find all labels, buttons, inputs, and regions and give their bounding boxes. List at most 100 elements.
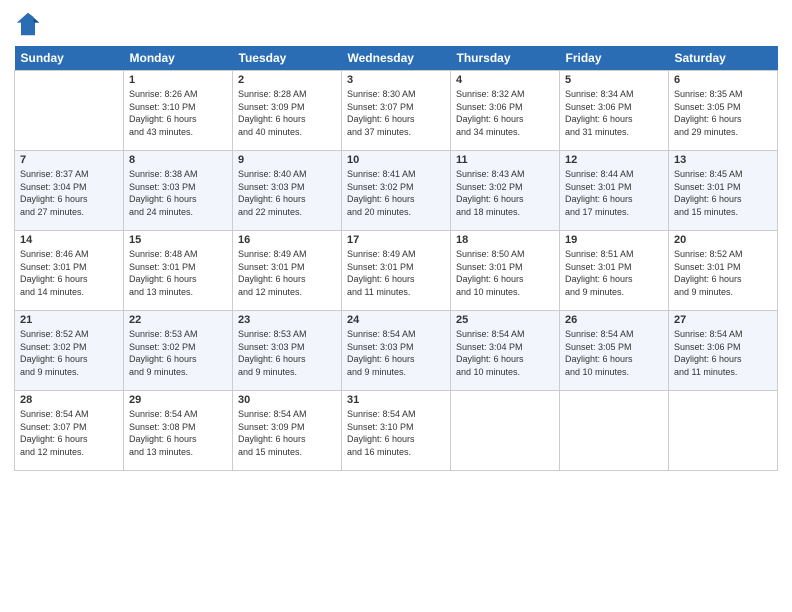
day-number: 18 bbox=[456, 234, 554, 246]
day-info: Sunrise: 8:51 AM Sunset: 3:01 PM Dayligh… bbox=[565, 248, 663, 298]
calendar-cell: 17 Sunrise: 8:49 AM Sunset: 3:01 PM Dayli… bbox=[342, 231, 451, 311]
calendar-cell: 4 Sunrise: 8:32 AM Sunset: 3:06 PM Daylig… bbox=[451, 71, 560, 151]
calendar-cell bbox=[560, 391, 669, 471]
day-info: Sunrise: 8:41 AM Sunset: 3:02 PM Dayligh… bbox=[347, 168, 445, 218]
calendar-cell: 18 Sunrise: 8:50 AM Sunset: 3:01 PM Dayli… bbox=[451, 231, 560, 311]
weekday-header-row: SundayMondayTuesdayWednesdayThursdayFrid… bbox=[15, 46, 778, 71]
weekday-header-wednesday: Wednesday bbox=[342, 46, 451, 71]
day-number: 23 bbox=[238, 314, 336, 326]
day-info: Sunrise: 8:46 AM Sunset: 3:01 PM Dayligh… bbox=[20, 248, 118, 298]
day-number: 4 bbox=[456, 74, 554, 86]
day-info: Sunrise: 8:44 AM Sunset: 3:01 PM Dayligh… bbox=[565, 168, 663, 218]
day-number: 17 bbox=[347, 234, 445, 246]
day-info: Sunrise: 8:35 AM Sunset: 3:05 PM Dayligh… bbox=[674, 88, 772, 138]
day-number: 10 bbox=[347, 154, 445, 166]
day-info: Sunrise: 8:54 AM Sunset: 3:04 PM Dayligh… bbox=[456, 328, 554, 378]
logo bbox=[14, 10, 46, 38]
calendar-cell: 28 Sunrise: 8:54 AM Sunset: 3:07 PM Dayli… bbox=[15, 391, 124, 471]
day-info: Sunrise: 8:30 AM Sunset: 3:07 PM Dayligh… bbox=[347, 88, 445, 138]
day-number: 7 bbox=[20, 154, 118, 166]
day-info: Sunrise: 8:48 AM Sunset: 3:01 PM Dayligh… bbox=[129, 248, 227, 298]
day-info: Sunrise: 8:53 AM Sunset: 3:03 PM Dayligh… bbox=[238, 328, 336, 378]
calendar-cell: 15 Sunrise: 8:48 AM Sunset: 3:01 PM Dayli… bbox=[124, 231, 233, 311]
day-info: Sunrise: 8:45 AM Sunset: 3:01 PM Dayligh… bbox=[674, 168, 772, 218]
calendar-body: 1 Sunrise: 8:26 AM Sunset: 3:10 PM Daylig… bbox=[15, 71, 778, 471]
calendar-cell: 16 Sunrise: 8:49 AM Sunset: 3:01 PM Dayli… bbox=[233, 231, 342, 311]
calendar-cell: 6 Sunrise: 8:35 AM Sunset: 3:05 PM Daylig… bbox=[669, 71, 778, 151]
day-number: 25 bbox=[456, 314, 554, 326]
day-info: Sunrise: 8:38 AM Sunset: 3:03 PM Dayligh… bbox=[129, 168, 227, 218]
calendar-cell: 30Sunrise: 8:54 AM Sunset: 3:09 PM Dayli… bbox=[233, 391, 342, 471]
day-info: Sunrise: 8:53 AM Sunset: 3:02 PM Dayligh… bbox=[129, 328, 227, 378]
day-info: Sunrise: 8:54 AM Sunset: 3:05 PM Dayligh… bbox=[565, 328, 663, 378]
day-number: 30 bbox=[238, 394, 336, 406]
calendar-cell: 21 Sunrise: 8:52 AM Sunset: 3:02 PM Dayli… bbox=[15, 311, 124, 391]
calendar-cell: 3 Sunrise: 8:30 AM Sunset: 3:07 PM Daylig… bbox=[342, 71, 451, 151]
day-info: Sunrise: 8:37 AM Sunset: 3:04 PM Dayligh… bbox=[20, 168, 118, 218]
day-info: Sunrise: 8:54 AM Sunset: 3:07 PM Dayligh… bbox=[20, 408, 118, 458]
day-number: 27 bbox=[674, 314, 772, 326]
calendar-week-row: 7 Sunrise: 8:37 AM Sunset: 3:04 PM Daylig… bbox=[15, 151, 778, 231]
day-info: Sunrise: 8:54 AM Sunset: 3:03 PM Dayligh… bbox=[347, 328, 445, 378]
calendar-cell: 19 Sunrise: 8:51 AM Sunset: 3:01 PM Dayli… bbox=[560, 231, 669, 311]
calendar-week-row: 14Sunrise: 8:46 AM Sunset: 3:01 PM Dayli… bbox=[15, 231, 778, 311]
calendar-cell bbox=[451, 391, 560, 471]
calendar-cell: 29 Sunrise: 8:54 AM Sunset: 3:08 PM Dayli… bbox=[124, 391, 233, 471]
calendar-header: SundayMondayTuesdayWednesdayThursdayFrid… bbox=[15, 46, 778, 71]
weekday-header-tuesday: Tuesday bbox=[233, 46, 342, 71]
calendar-cell: 8 Sunrise: 8:38 AM Sunset: 3:03 PM Daylig… bbox=[124, 151, 233, 231]
calendar-cell bbox=[15, 71, 124, 151]
day-number: 3 bbox=[347, 74, 445, 86]
calendar-cell: 23 Sunrise: 8:53 AM Sunset: 3:03 PM Dayli… bbox=[233, 311, 342, 391]
calendar-cell: 26 Sunrise: 8:54 AM Sunset: 3:05 PM Dayli… bbox=[560, 311, 669, 391]
day-info: Sunrise: 8:50 AM Sunset: 3:01 PM Dayligh… bbox=[456, 248, 554, 298]
day-info: Sunrise: 8:43 AM Sunset: 3:02 PM Dayligh… bbox=[456, 168, 554, 218]
day-number: 22 bbox=[129, 314, 227, 326]
calendar-week-row: 21 Sunrise: 8:52 AM Sunset: 3:02 PM Dayli… bbox=[15, 311, 778, 391]
day-number: 29 bbox=[129, 394, 227, 406]
day-number: 19 bbox=[565, 234, 663, 246]
day-info: Sunrise: 8:28 AM Sunset: 3:09 PM Dayligh… bbox=[238, 88, 336, 138]
day-info: Sunrise: 8:54 AM Sunset: 3:10 PM Dayligh… bbox=[347, 408, 445, 458]
day-number: 11 bbox=[456, 154, 554, 166]
day-number: 21 bbox=[20, 314, 118, 326]
day-number: 1 bbox=[129, 74, 227, 86]
day-info: Sunrise: 8:32 AM Sunset: 3:06 PM Dayligh… bbox=[456, 88, 554, 138]
calendar-cell: 27Sunrise: 8:54 AM Sunset: 3:06 PM Dayli… bbox=[669, 311, 778, 391]
calendar-cell: 12Sunrise: 8:44 AM Sunset: 3:01 PM Dayli… bbox=[560, 151, 669, 231]
day-number: 8 bbox=[129, 154, 227, 166]
calendar-cell: 9Sunrise: 8:40 AM Sunset: 3:03 PM Daylig… bbox=[233, 151, 342, 231]
day-number: 2 bbox=[238, 74, 336, 86]
day-info: Sunrise: 8:49 AM Sunset: 3:01 PM Dayligh… bbox=[347, 248, 445, 298]
day-number: 6 bbox=[674, 74, 772, 86]
weekday-header-sunday: Sunday bbox=[15, 46, 124, 71]
day-number: 24 bbox=[347, 314, 445, 326]
day-number: 9 bbox=[238, 154, 336, 166]
calendar-cell bbox=[669, 391, 778, 471]
calendar-week-row: 28 Sunrise: 8:54 AM Sunset: 3:07 PM Dayli… bbox=[15, 391, 778, 471]
day-number: 16 bbox=[238, 234, 336, 246]
day-number: 31 bbox=[347, 394, 445, 406]
day-info: Sunrise: 8:34 AM Sunset: 3:06 PM Dayligh… bbox=[565, 88, 663, 138]
calendar-week-row: 1 Sunrise: 8:26 AM Sunset: 3:10 PM Daylig… bbox=[15, 71, 778, 151]
calendar-cell: 14Sunrise: 8:46 AM Sunset: 3:01 PM Dayli… bbox=[15, 231, 124, 311]
day-info: Sunrise: 8:54 AM Sunset: 3:08 PM Dayligh… bbox=[129, 408, 227, 458]
calendar-cell: 13Sunrise: 8:45 AM Sunset: 3:01 PM Dayli… bbox=[669, 151, 778, 231]
header bbox=[14, 10, 778, 38]
calendar-cell: 22 Sunrise: 8:53 AM Sunset: 3:02 PM Dayli… bbox=[124, 311, 233, 391]
day-number: 26 bbox=[565, 314, 663, 326]
calendar-container: SundayMondayTuesdayWednesdayThursdayFrid… bbox=[0, 0, 792, 612]
weekday-header-thursday: Thursday bbox=[451, 46, 560, 71]
calendar-cell: 2 Sunrise: 8:28 AM Sunset: 3:09 PM Daylig… bbox=[233, 71, 342, 151]
calendar-cell: 11 Sunrise: 8:43 AM Sunset: 3:02 PM Dayli… bbox=[451, 151, 560, 231]
day-info: Sunrise: 8:52 AM Sunset: 3:02 PM Dayligh… bbox=[20, 328, 118, 378]
calendar-cell: 25 Sunrise: 8:54 AM Sunset: 3:04 PM Dayli… bbox=[451, 311, 560, 391]
day-info: Sunrise: 8:26 AM Sunset: 3:10 PM Dayligh… bbox=[129, 88, 227, 138]
day-info: Sunrise: 8:49 AM Sunset: 3:01 PM Dayligh… bbox=[238, 248, 336, 298]
calendar-cell: 20Sunrise: 8:52 AM Sunset: 3:01 PM Dayli… bbox=[669, 231, 778, 311]
weekday-header-monday: Monday bbox=[124, 46, 233, 71]
calendar-cell: 5Sunrise: 8:34 AM Sunset: 3:06 PM Daylig… bbox=[560, 71, 669, 151]
day-number: 15 bbox=[129, 234, 227, 246]
day-number: 28 bbox=[20, 394, 118, 406]
weekday-header-saturday: Saturday bbox=[669, 46, 778, 71]
